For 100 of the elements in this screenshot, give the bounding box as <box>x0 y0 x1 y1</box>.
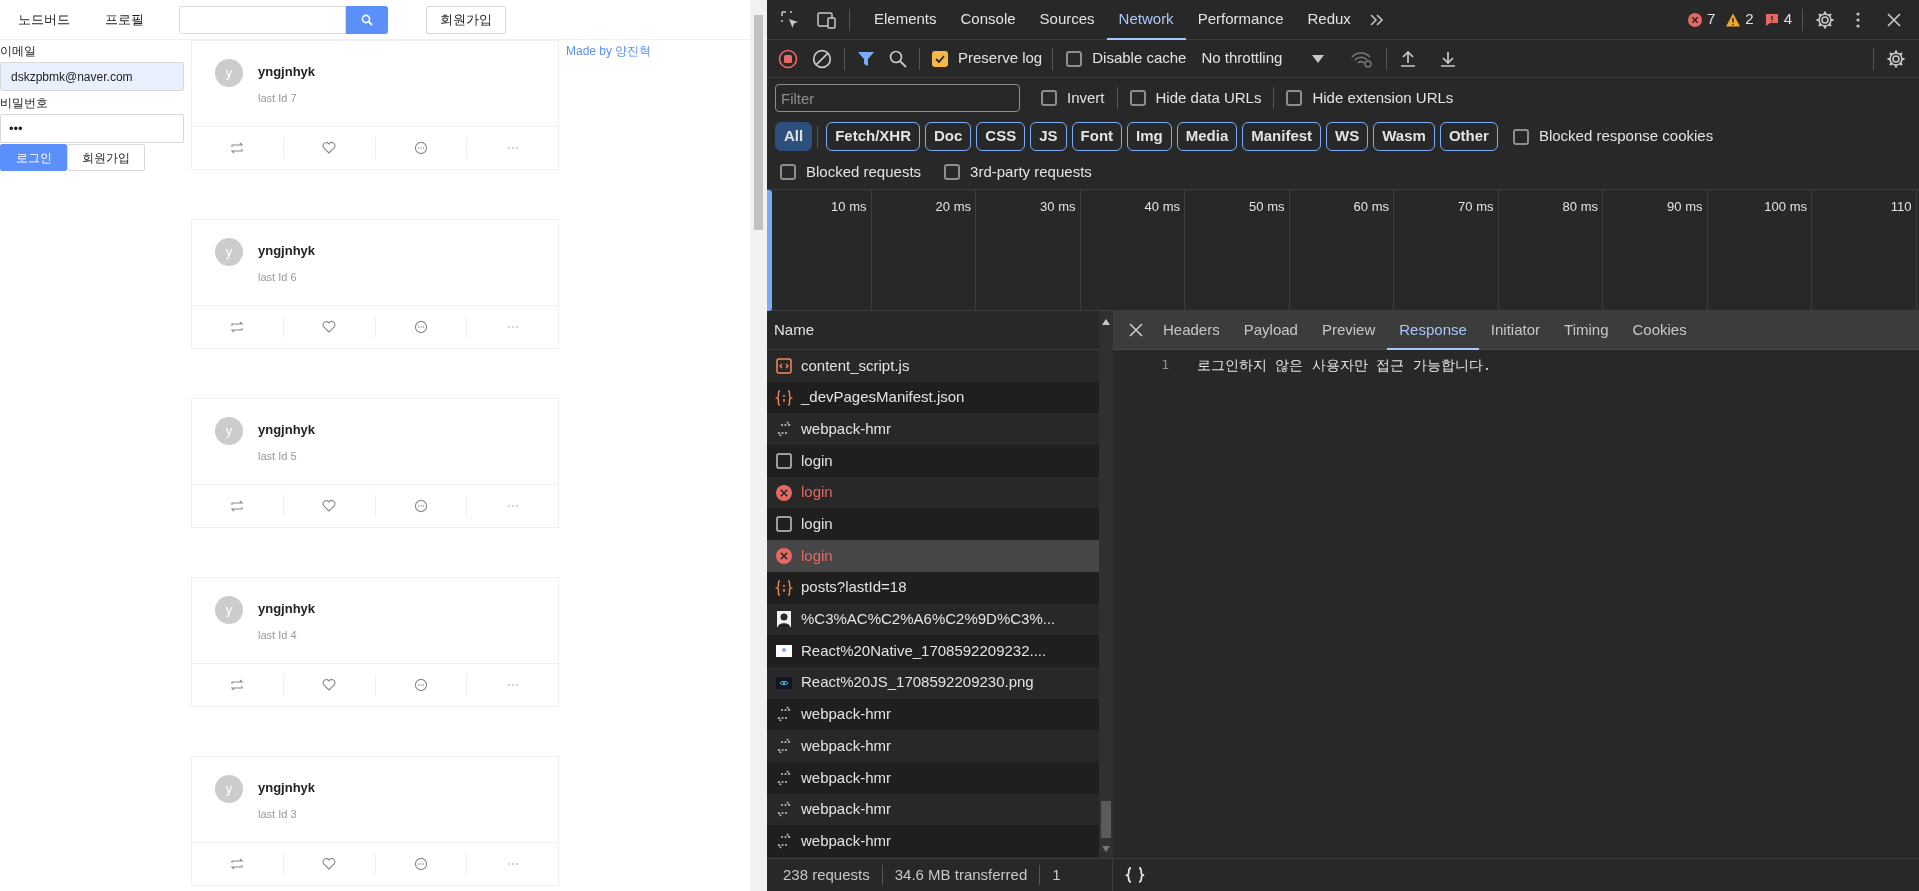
settings-icon[interactable] <box>1886 48 1906 69</box>
filter-icon[interactable] <box>857 49 875 68</box>
comment-icon[interactable] <box>413 499 428 513</box>
request-row[interactable]: _devPagesManifest.json <box>767 381 1099 414</box>
upload-icon[interactable] <box>1399 49 1418 68</box>
devtools-tab[interactable]: Elements <box>862 0 949 40</box>
search-field[interactable] <box>179 5 346 34</box>
throttling-dropdown[interactable]: No throttling <box>1201 44 1325 73</box>
inspect-icon[interactable] <box>780 9 800 30</box>
kebab-menu-icon[interactable] <box>1855 10 1861 29</box>
scrollbar-thumb[interactable] <box>754 15 763 230</box>
retweet-icon[interactable] <box>230 857 245 871</box>
detail-tab[interactable]: Initiator <box>1478 310 1553 350</box>
warning-count[interactable]: 2 <box>1725 8 1754 31</box>
request-row[interactable]: React%20Native_1708592209232.... <box>767 635 1099 667</box>
email-field[interactable]: dskzpbmk@naver.com <box>0 62 184 91</box>
retweet-icon[interactable] <box>230 141 245 155</box>
heart-icon[interactable] <box>322 320 337 334</box>
type-filter[interactable]: All <box>775 122 813 151</box>
type-filter[interactable]: CSS <box>976 122 1026 151</box>
request-name: login <box>801 450 833 471</box>
detail-tab[interactable]: Timing <box>1552 310 1621 350</box>
more-tabs-icon[interactable] <box>1367 11 1386 28</box>
type-filter[interactable]: Doc <box>925 122 972 151</box>
device-icon[interactable] <box>815 9 837 30</box>
type-filter[interactable]: Font <box>1071 122 1123 151</box>
filter-field[interactable]: Filter <box>775 84 1020 112</box>
search-button[interactable] <box>346 5 388 34</box>
nav-link[interactable]: 프로필 <box>105 9 144 30</box>
retweet-icon[interactable] <box>230 678 245 692</box>
request-row[interactable]: login <box>767 445 1099 477</box>
checkbox[interactable] <box>1066 50 1083 67</box>
checkbox[interactable] <box>1041 90 1057 106</box>
comment-icon[interactable] <box>413 141 428 155</box>
settings-icon[interactable] <box>1815 9 1835 30</box>
heart-icon[interactable] <box>322 857 337 871</box>
flag-icon <box>1763 11 1780 28</box>
type-filter[interactable]: Media <box>1176 122 1238 151</box>
close-icon[interactable] <box>1886 11 1902 28</box>
scrollbar[interactable] <box>1099 311 1113 858</box>
type-filter[interactable]: Wasm <box>1373 122 1435 151</box>
retweet-icon[interactable] <box>230 499 245 513</box>
checkbox[interactable] <box>1286 90 1303 106</box>
checkbox[interactable] <box>780 164 796 180</box>
type-filter[interactable]: Manifest <box>1242 122 1322 151</box>
checkbox[interactable] <box>944 164 961 180</box>
timeline-tick-label: 90 ms <box>1667 198 1703 213</box>
request-row[interactable]: posts?lastId=18 <box>767 571 1099 604</box>
search-icon[interactable] <box>889 49 907 68</box>
type-filter[interactable]: Img <box>1127 122 1172 151</box>
checkbox[interactable] <box>1512 128 1529 145</box>
request-name: webpack-hmr <box>801 418 892 439</box>
heart-icon[interactable] <box>322 499 337 513</box>
arrows-icon <box>775 705 793 724</box>
request-row[interactable]: webpack-hmr <box>767 698 1099 731</box>
devtools-tab[interactable]: Sources <box>1027 0 1107 40</box>
signup-button[interactable]: 회원가입 <box>67 144 145 171</box>
checkbox[interactable] <box>1129 90 1146 106</box>
post-author: yngjnhyk <box>258 243 316 259</box>
scroll-up-icon <box>1102 319 1110 325</box>
comment-icon[interactable] <box>413 857 428 871</box>
heart-icon[interactable] <box>322 141 337 155</box>
detail-tab[interactable]: Preview <box>1309 310 1388 350</box>
signup-button[interactable]: 회원가입 <box>426 5 506 34</box>
devtools-tab[interactable]: Network <box>1106 0 1186 40</box>
type-filter[interactable]: Fetch/XHR <box>826 122 920 151</box>
devtools-tab[interactable]: Performance <box>1185 0 1296 40</box>
timeline-overview[interactable]: 10 ms 20 ms 30 ms 40 ms 50 ms 60 ms 70 ms 80 ms 90 ms 100 ms 110 <box>767 190 1919 311</box>
detail-tab[interactable]: Cookies <box>1620 310 1699 350</box>
search-icon <box>361 13 373 26</box>
request-row[interactable]: webpack-hmr <box>767 761 1099 794</box>
request-row[interactable]: webpack-hmr <box>767 825 1099 857</box>
detail-tab[interactable]: Payload <box>1231 310 1310 350</box>
checkbox[interactable] <box>932 50 948 67</box>
heart-icon[interactable] <box>322 678 337 692</box>
blank-document-icon <box>775 515 793 534</box>
type-filter[interactable]: WS <box>1326 122 1369 151</box>
issue-count[interactable]: 4 <box>1763 8 1792 31</box>
devtools-tab[interactable]: Console <box>948 0 1028 40</box>
pretty-print-icon[interactable] <box>1124 866 1146 884</box>
scrollbar-thumb[interactable] <box>1101 801 1111 838</box>
page-scrollbar[interactable] <box>750 0 767 891</box>
script-file-icon <box>775 356 793 375</box>
comment-icon[interactable] <box>413 678 428 692</box>
comment-icon[interactable] <box>413 320 428 334</box>
detail-tab[interactable]: Response <box>1387 310 1479 350</box>
password-field[interactable]: ••• <box>0 114 184 143</box>
error-count[interactable]: 7 <box>1686 8 1716 31</box>
close-icon[interactable] <box>1129 323 1143 337</box>
stop-recording-icon[interactable] <box>778 48 798 69</box>
nav-link[interactable]: 노드버드 <box>18 9 70 30</box>
retweet-icon[interactable] <box>230 320 245 334</box>
devtools-tab[interactable]: Redux <box>1295 0 1363 40</box>
download-icon[interactable] <box>1439 49 1458 68</box>
clear-icon[interactable] <box>812 48 832 69</box>
request-row[interactable]: login <box>767 508 1099 541</box>
type-filter[interactable]: Other <box>1439 122 1498 151</box>
request-name: login <box>801 514 833 535</box>
type-filter[interactable]: JS <box>1030 122 1067 151</box>
detail-tab[interactable]: Headers <box>1151 310 1232 350</box>
